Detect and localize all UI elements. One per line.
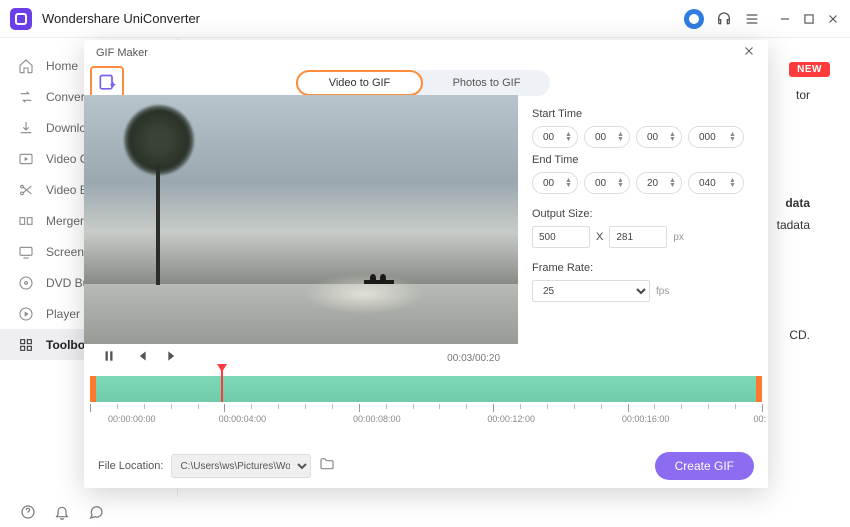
modal-footer: File Location: C:\Users\ws\Pictures\Wond… <box>84 444 768 488</box>
file-location-select[interactable]: C:\Users\ws\Pictures\Wonders <box>171 454 311 478</box>
pause-button[interactable] <box>102 349 116 368</box>
timeline-label: 00:00:04:00 <box>219 414 267 424</box>
end-m-input[interactable] <box>595 178 617 189</box>
modal-close-button[interactable] <box>742 44 756 63</box>
feedback-icon[interactable] <box>88 504 104 520</box>
minimize-button[interactable] <box>778 12 792 26</box>
new-badge: NEW <box>789 62 830 77</box>
file-location-label: File Location: <box>98 460 163 472</box>
headset-icon[interactable] <box>716 11 732 27</box>
start-m-input[interactable] <box>595 132 617 143</box>
frame-rate-select[interactable]: 25 <box>532 280 650 302</box>
timeline-label: 00:00:12:00 <box>487 414 535 424</box>
tab-video-to-gif[interactable]: Video to GIF <box>296 70 423 96</box>
stepper-arrows[interactable]: ▲▼ <box>617 178 624 188</box>
next-frame-button[interactable] <box>166 349 180 368</box>
playback-time: 00:03/00:20 <box>447 353 500 364</box>
end-h-input[interactable] <box>543 178 565 189</box>
close-button[interactable] <box>826 12 840 26</box>
px-unit: px <box>673 232 684 243</box>
play-icon <box>18 306 34 322</box>
browse-folder-button[interactable] <box>319 456 335 477</box>
bottom-bar <box>0 497 104 527</box>
start-h-stepper[interactable]: ▲▼ <box>532 126 578 148</box>
record-icon <box>18 244 34 260</box>
start-h-input[interactable] <box>543 132 565 143</box>
stepper-arrows[interactable]: ▲▼ <box>565 132 572 142</box>
bg-text: tor <box>796 88 810 102</box>
tab-photos-to-gif[interactable]: Photos to GIF <box>423 70 550 96</box>
end-time-label: End Time <box>532 154 758 166</box>
stepper-arrows[interactable]: ▲▼ <box>729 132 736 142</box>
timeline-track[interactable] <box>90 376 762 402</box>
end-h-stepper[interactable]: ▲▼ <box>532 172 578 194</box>
start-m-stepper[interactable]: ▲▼ <box>584 126 630 148</box>
merge-icon <box>18 213 34 229</box>
x-separator: X <box>596 231 603 243</box>
prev-frame-button[interactable] <box>134 349 148 368</box>
gif-maker-modal: GIF Maker Video to GIF Photos to GIF 00:… <box>84 40 768 488</box>
start-s-input[interactable] <box>647 132 669 143</box>
start-time-label: Start Time <box>532 108 758 120</box>
end-s-input[interactable] <box>647 178 669 189</box>
scissors-icon <box>18 182 34 198</box>
bell-icon[interactable] <box>54 504 70 520</box>
end-s-stepper[interactable]: ▲▼ <box>636 172 682 194</box>
player-controls: 00:03/00:20 <box>84 344 518 372</box>
help-icon[interactable] <box>20 504 36 520</box>
stepper-arrows[interactable]: ▲▼ <box>617 132 624 142</box>
sidebar-label: Merger <box>46 214 84 228</box>
playhead[interactable] <box>221 368 223 402</box>
stepper-arrows[interactable]: ▲▼ <box>669 132 676 142</box>
bg-text: CD. <box>789 328 810 342</box>
range-handle-left[interactable] <box>90 376 96 402</box>
frame-rate-label: Frame Rate: <box>532 262 758 274</box>
start-s-stepper[interactable]: ▲▼ <box>636 126 682 148</box>
fps-unit: fps <box>656 286 669 297</box>
end-ms-input[interactable] <box>699 178 729 189</box>
create-gif-button[interactable]: Create GIF <box>655 452 754 480</box>
range-handle-right[interactable] <box>756 376 762 402</box>
mode-tabs: Video to GIF Photos to GIF <box>296 70 550 96</box>
start-ms-stepper[interactable]: ▲▼ <box>688 126 744 148</box>
toolbox-icon <box>18 337 34 353</box>
height-input[interactable] <box>609 226 667 248</box>
disc-icon <box>18 275 34 291</box>
timeline-label: 00:00:08:00 <box>353 414 401 424</box>
maximize-button[interactable] <box>802 12 816 26</box>
sidebar-label: Player <box>46 307 80 321</box>
timeline: 00:00:00:00 00:00:04:00 00:00:08:00 00:00:1… <box>84 376 768 432</box>
timeline-label: 00: <box>753 414 766 424</box>
timeline-label: 00:00:00:00 <box>108 414 156 424</box>
video-preview[interactable] <box>84 95 518 344</box>
bg-text: tadata <box>777 218 810 232</box>
settings-panel: Start Time ▲▼ ▲▼ ▲▼ ▲▼ End Time ▲▼ ▲▼ ▲▼… <box>532 102 758 302</box>
modal-title: GIF Maker <box>96 47 742 59</box>
user-avatar[interactable] <box>684 9 704 29</box>
output-size-label: Output Size: <box>532 208 758 220</box>
end-m-stepper[interactable]: ▲▼ <box>584 172 630 194</box>
stepper-arrows[interactable]: ▲▼ <box>729 178 736 188</box>
sidebar-label: Home <box>46 59 78 73</box>
app-logo <box>10 8 32 30</box>
end-ms-stepper[interactable]: ▲▼ <box>688 172 744 194</box>
bg-text: data <box>785 196 810 210</box>
home-icon <box>18 58 34 74</box>
download-icon <box>18 120 34 136</box>
timeline-label: 00:00:16:00 <box>622 414 670 424</box>
app-title: Wondershare UniConverter <box>42 11 684 26</box>
convert-icon <box>18 89 34 105</box>
title-bar: Wondershare UniConverter <box>0 0 850 38</box>
compress-icon <box>18 151 34 167</box>
width-input[interactable] <box>532 226 590 248</box>
start-ms-input[interactable] <box>699 132 729 143</box>
stepper-arrows[interactable]: ▲▼ <box>669 178 676 188</box>
menu-icon[interactable] <box>744 11 760 27</box>
stepper-arrows[interactable]: ▲▼ <box>565 178 572 188</box>
timeline-ruler: 00:00:00:00 00:00:04:00 00:00:08:00 00:00:1… <box>90 404 762 426</box>
